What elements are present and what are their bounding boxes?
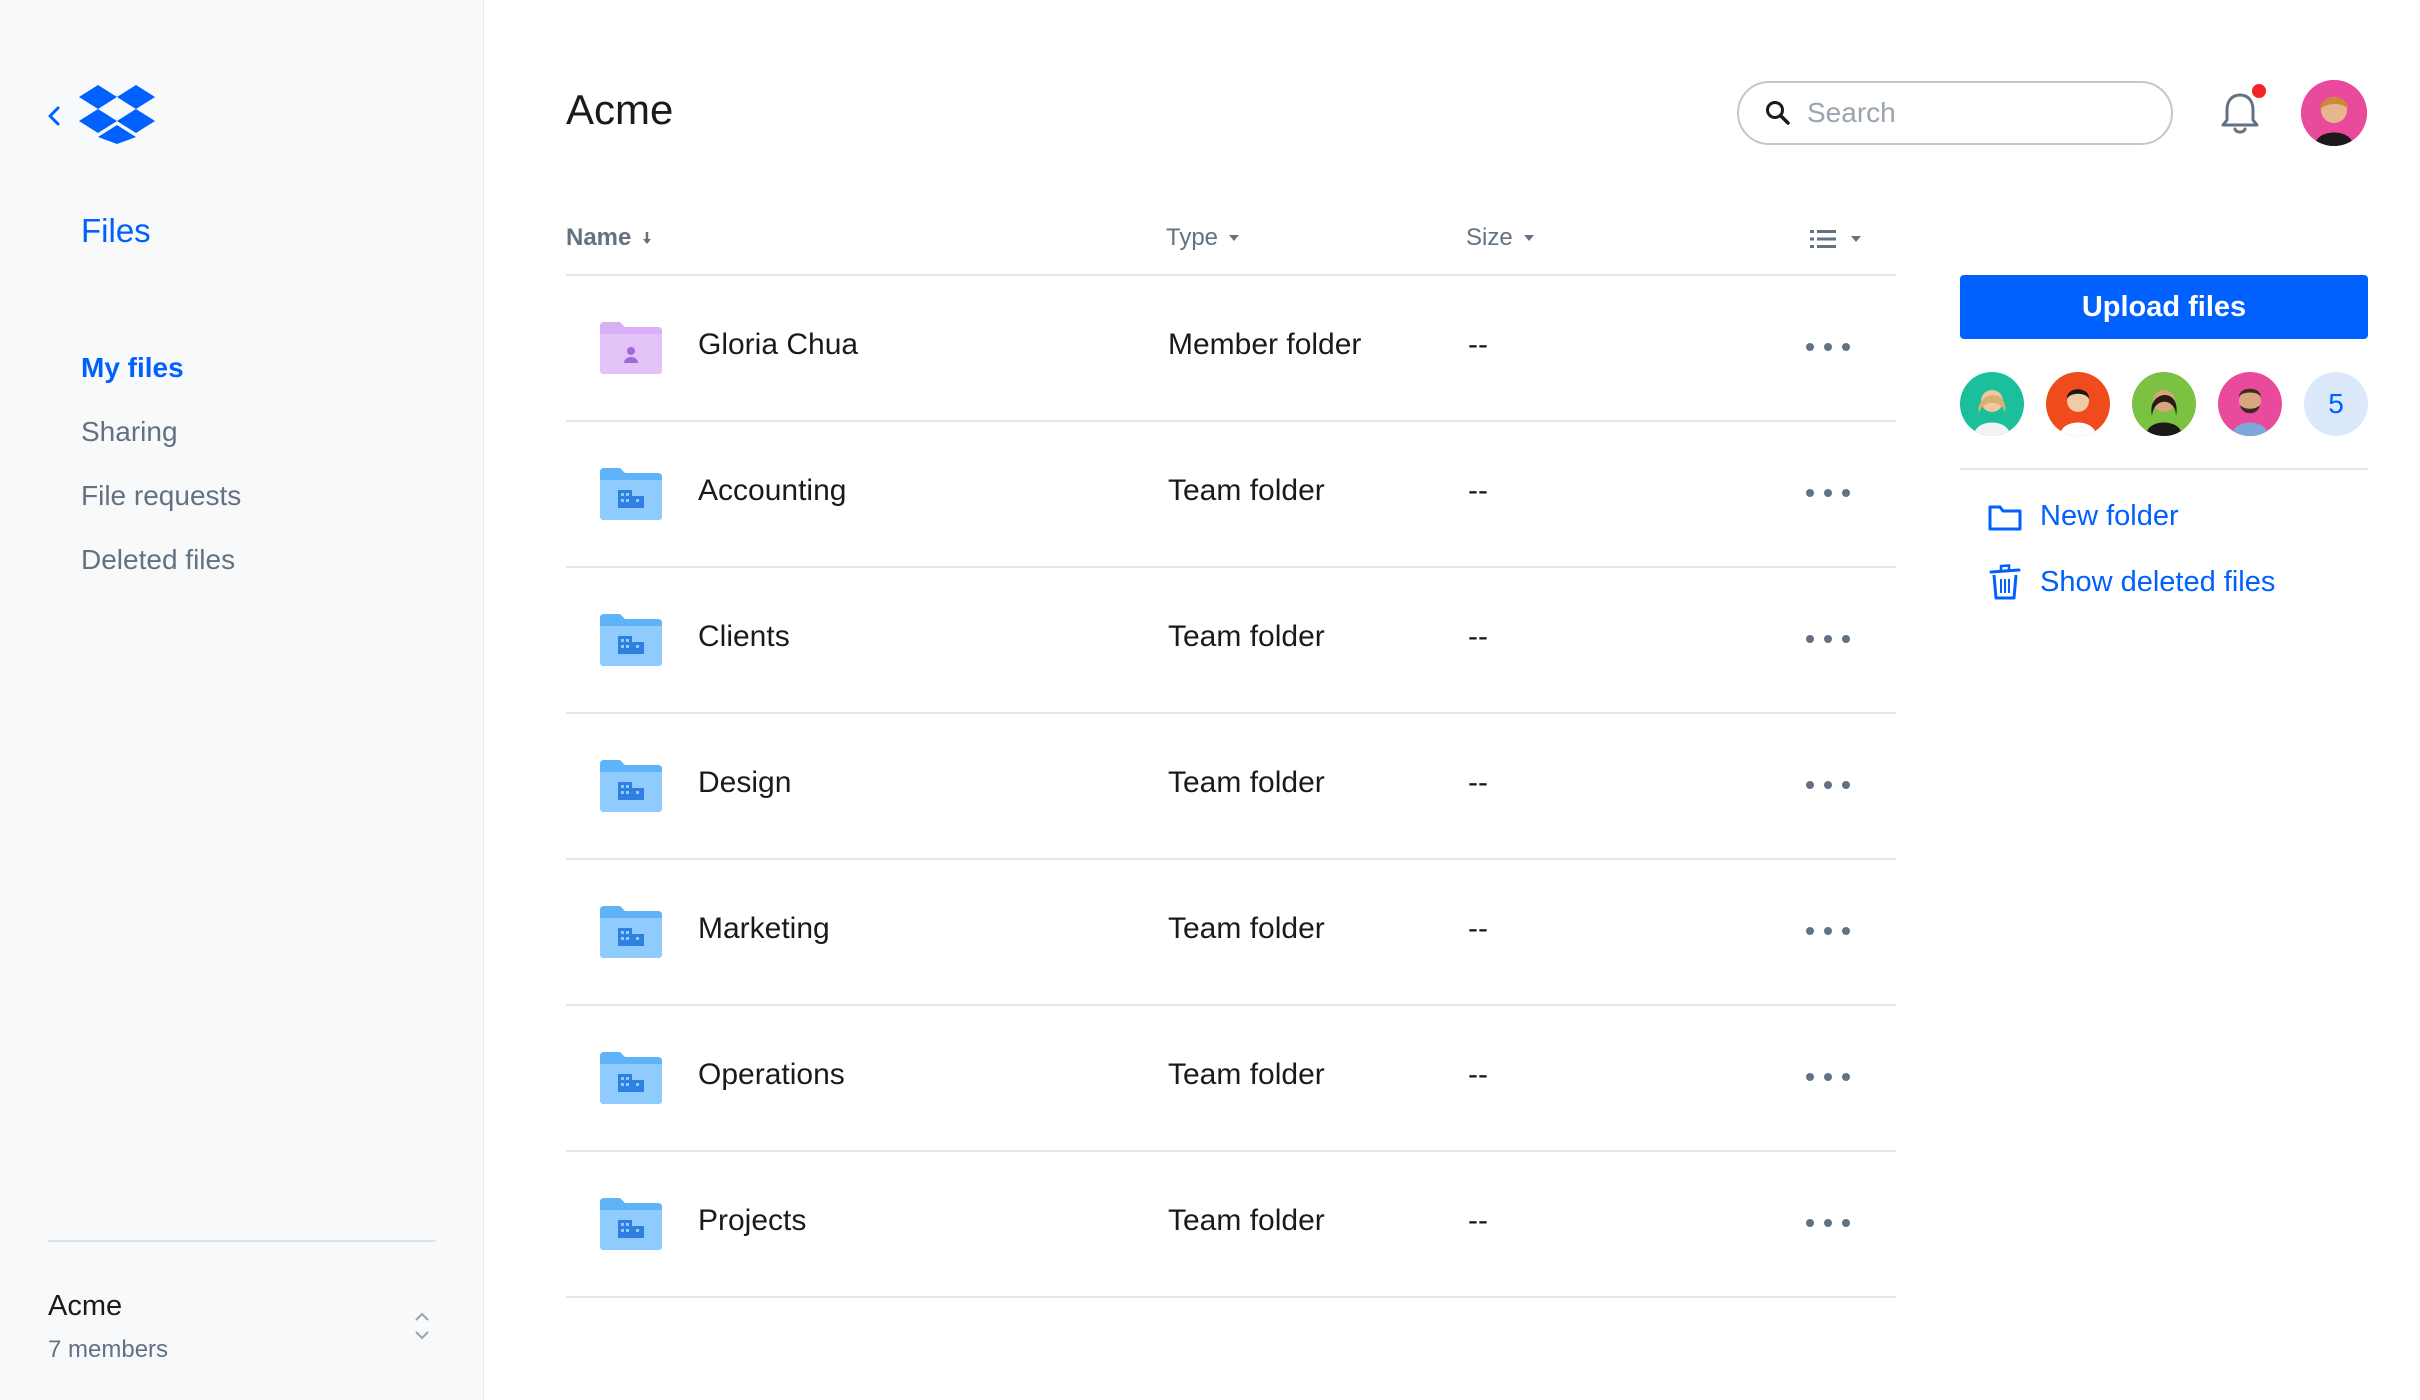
file-size: -- (1468, 620, 1488, 653)
app-root: Files My files Sharing File requests Del… (0, 0, 2420, 1400)
team-folder-icon (600, 1198, 662, 1250)
more-options-icon[interactable] (1806, 480, 1850, 506)
user-avatar-photo-icon (2301, 80, 2367, 146)
member-photo-icon (1960, 372, 2024, 436)
caret-down-icon (1523, 235, 1534, 241)
team-switcher-icon[interactable] (412, 1306, 432, 1346)
file-type: Team folder (1168, 1204, 1325, 1237)
file-size: -- (1468, 328, 1488, 361)
team-folder-icon (600, 906, 662, 958)
column-header-type-label: Type (1166, 224, 1219, 251)
upload-files-button[interactable]: Upload files (1960, 275, 2368, 339)
search-icon (1766, 101, 1790, 125)
table-row[interactable]: Marketing Team folder -- (566, 860, 1896, 1006)
file-size: -- (1468, 1058, 1488, 1091)
sidebar-divider (48, 1240, 436, 1242)
team-folder-icon (600, 760, 662, 812)
files-table: Name Type Size Gloria Chua Member folder… (566, 206, 1896, 1298)
table-row[interactable]: Operations Team folder -- (566, 1006, 1896, 1152)
show-deleted-files-label: Show deleted files (2040, 565, 2276, 598)
file-name[interactable]: Design (698, 766, 791, 800)
member-avatar[interactable] (2218, 372, 2282, 436)
page-title: Acme (566, 86, 674, 133)
new-folder-label: New folder (2040, 500, 2179, 532)
sidebar-item-file-requests[interactable]: File requests (81, 464, 241, 528)
user-avatar[interactable] (2301, 80, 2367, 146)
panel-divider (1960, 468, 2368, 470)
back-chevron-icon[interactable] (46, 104, 62, 128)
search-input[interactable] (1807, 97, 2127, 129)
team-member-count: 7 members (48, 1336, 169, 1363)
sidebar-item-sharing[interactable]: Sharing (81, 400, 241, 464)
table-body: Gloria Chua Member folder -- Accounting Team… (566, 276, 1896, 1298)
dropbox-logo-icon[interactable] (79, 84, 155, 144)
more-options-icon[interactable] (1806, 334, 1850, 360)
table-row[interactable]: Projects Team folder -- (566, 1152, 1896, 1298)
file-type: Team folder (1168, 474, 1325, 507)
sidebar-item-deleted-files[interactable]: Deleted files (81, 528, 241, 592)
table-row[interactable]: Design Team folder -- (566, 714, 1896, 860)
more-options-icon[interactable] (1806, 1064, 1850, 1090)
table-row[interactable]: Gloria Chua Member folder -- (566, 276, 1896, 422)
view-mode-toggle[interactable] (1810, 228, 1862, 250)
file-size: -- (1468, 766, 1488, 799)
column-header-type[interactable]: Type (1166, 224, 1240, 252)
member-folder-icon (600, 322, 662, 374)
file-type: Member folder (1168, 328, 1362, 361)
show-deleted-files-action[interactable]: Show deleted files (1988, 564, 2275, 600)
caret-down-icon (1851, 236, 1861, 242)
caret-down-icon (1229, 235, 1240, 241)
team-members-row: 5 (1960, 372, 2368, 436)
search-box[interactable] (1737, 81, 2173, 145)
team-name[interactable]: Acme (48, 1290, 122, 1323)
file-type: Team folder (1168, 1058, 1325, 1091)
table-row[interactable]: Accounting Team folder -- (566, 422, 1896, 568)
column-header-name-label: Name (566, 224, 632, 251)
trash-icon (1989, 564, 2021, 600)
table-row[interactable]: Clients Team folder -- (566, 568, 1896, 714)
more-options-icon[interactable] (1806, 918, 1850, 944)
member-avatar[interactable] (1960, 372, 2024, 436)
member-photo-icon (2218, 372, 2282, 436)
file-size: -- (1468, 474, 1488, 507)
member-photo-icon (2132, 372, 2196, 436)
table-header: Name Type Size (566, 206, 1896, 276)
sidebar-title[interactable]: Files (81, 212, 151, 250)
team-folder-icon (600, 614, 662, 666)
column-header-size[interactable]: Size (1466, 224, 1535, 252)
file-name[interactable]: Accounting (698, 474, 846, 508)
file-name[interactable]: Gloria Chua (698, 328, 858, 362)
file-name[interactable]: Operations (698, 1058, 845, 1092)
new-folder-action[interactable]: New folder (1988, 500, 2179, 533)
file-size: -- (1468, 1204, 1488, 1237)
file-size: -- (1468, 912, 1488, 945)
sort-descending-icon (643, 232, 652, 244)
list-view-icon (1810, 230, 1836, 248)
team-folder-icon (600, 468, 662, 520)
more-options-icon[interactable] (1806, 1210, 1850, 1236)
file-type: Team folder (1168, 912, 1325, 945)
sidebar: Files My files Sharing File requests Del… (0, 0, 484, 1400)
team-folder-icon (600, 1052, 662, 1104)
notification-badge (2252, 84, 2266, 98)
member-avatar[interactable] (2132, 372, 2196, 436)
column-header-size-label: Size (1466, 224, 1513, 251)
more-options-icon[interactable] (1806, 772, 1850, 798)
file-name[interactable]: Marketing (698, 912, 830, 946)
sidebar-nav: My files Sharing File requests Deleted f… (81, 336, 241, 592)
file-name[interactable]: Clients (698, 620, 790, 654)
more-members-count[interactable]: 5 (2304, 372, 2368, 436)
sidebar-item-my-files[interactable]: My files (81, 336, 241, 400)
folder-outline-icon (1988, 505, 2022, 530)
file-type: Team folder (1168, 766, 1325, 799)
member-photo-icon (2046, 372, 2110, 436)
file-name[interactable]: Projects (698, 1204, 806, 1238)
column-header-name[interactable]: Name (566, 224, 653, 252)
member-avatar[interactable] (2046, 372, 2110, 436)
file-type: Team folder (1168, 620, 1325, 653)
more-options-icon[interactable] (1806, 626, 1850, 652)
